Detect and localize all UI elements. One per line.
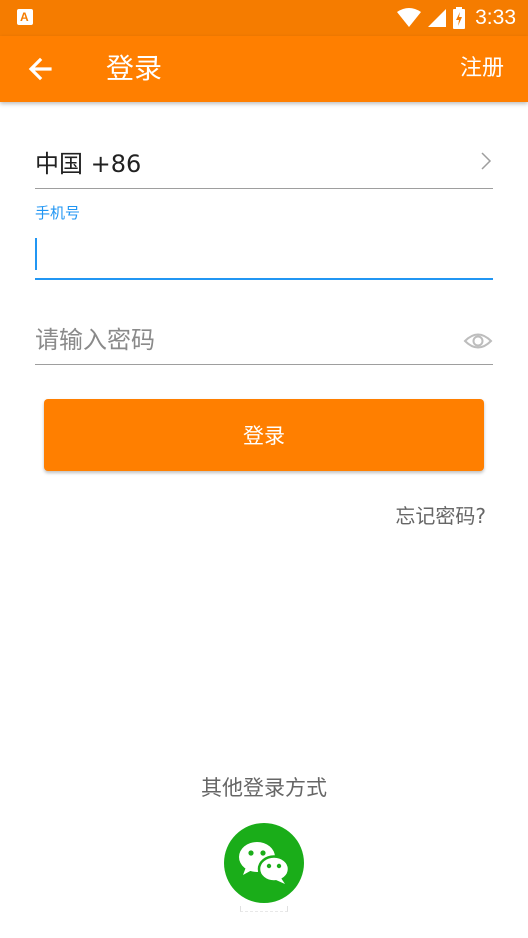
country-selector[interactable]: 中国 +86 (35, 140, 493, 189)
app-bar: 登录 注册 (0, 36, 528, 102)
wechat-login-button[interactable] (224, 823, 304, 903)
password-input[interactable]: 请输入密码 (35, 318, 493, 365)
wechat-focus-indicator (240, 906, 288, 912)
phone-input[interactable] (35, 232, 493, 280)
status-icons: 3:33 (397, 0, 516, 36)
forgot-password-link[interactable]: 忘记密码? (395, 502, 486, 530)
signal-icon (428, 9, 447, 27)
wechat-icon (239, 842, 291, 884)
country-code: 中国 +86 (35, 150, 142, 178)
eye-icon[interactable] (463, 328, 493, 354)
app-notification-icon (17, 9, 33, 25)
back-button[interactable] (22, 51, 58, 87)
login-button-label: 登录 (243, 424, 285, 448)
login-button[interactable]: 登录 (44, 399, 484, 471)
phone-label: 手机号 (35, 204, 81, 222)
password-placeholder: 请输入密码 (35, 326, 155, 354)
arrow-back-icon (28, 57, 52, 81)
status-time: 3:33 (475, 6, 516, 29)
other-login-label: 其他登录方式 (201, 776, 327, 800)
status-bar: 3:33 (0, 0, 528, 36)
register-button[interactable]: 注册 (460, 54, 504, 84)
page-title: 登录 (106, 52, 163, 85)
wifi-icon (397, 8, 422, 27)
text-cursor (35, 238, 37, 270)
battery-charging-icon (453, 7, 466, 29)
chevron-right-icon (481, 152, 492, 170)
